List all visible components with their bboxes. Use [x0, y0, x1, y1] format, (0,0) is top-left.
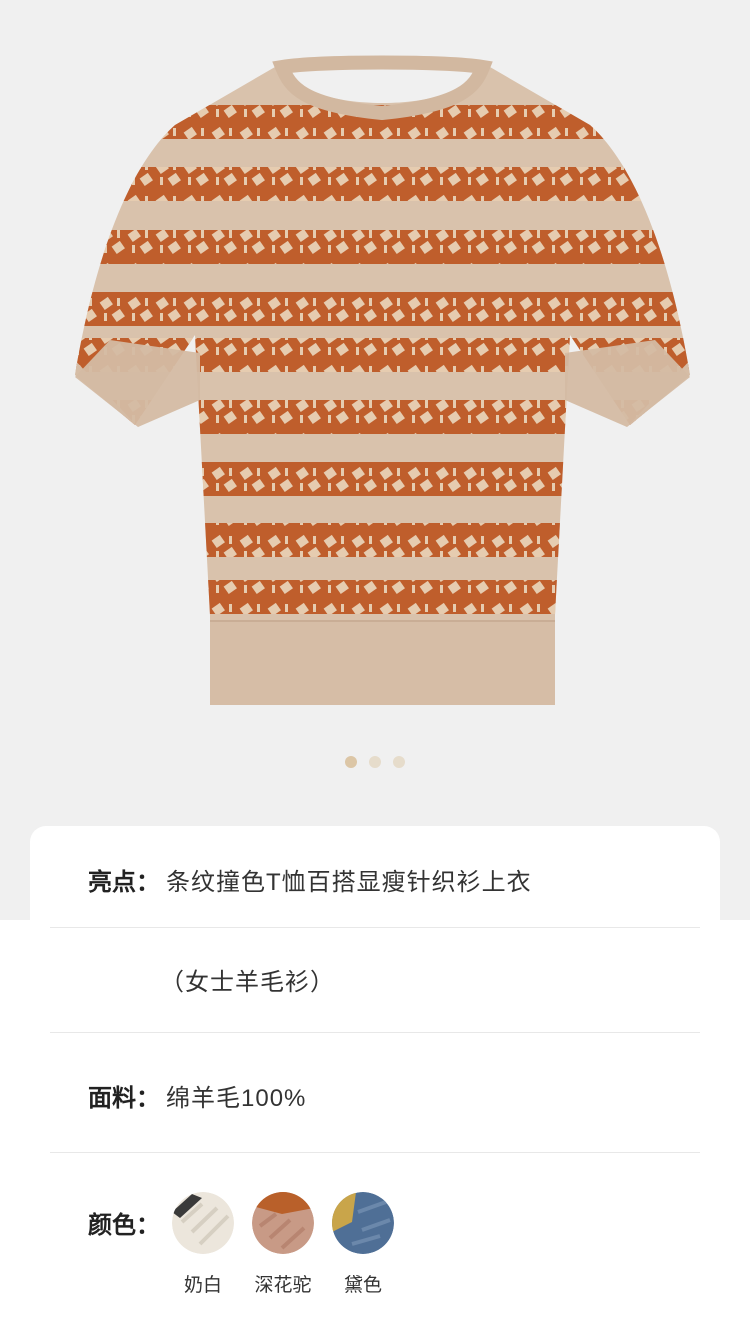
- color-options[interactable]: 奶白 深花驼 黛色: [170, 1192, 396, 1297]
- color-option-cream[interactable]: 奶白: [170, 1192, 236, 1297]
- color-option-label: 奶白: [183, 1275, 222, 1296]
- divider: [50, 1032, 700, 1033]
- divider: [50, 1152, 700, 1153]
- color-label: 颜色：: [88, 1212, 160, 1239]
- navy-swatch-image: [332, 1192, 394, 1254]
- highlight-label: 亮点：: [88, 869, 160, 896]
- product-subtitle: （女士羊毛衫）: [160, 969, 335, 996]
- divider: [50, 927, 700, 928]
- cream-swatch-image: [172, 1192, 234, 1254]
- carousel-pagination[interactable]: [0, 756, 750, 772]
- product-gallery[interactable]: [0, 0, 750, 920]
- camel-swatch-image: [252, 1192, 314, 1254]
- fabric-value: 绵羊毛100%: [166, 1085, 307, 1112]
- color-option-label: 黛色: [343, 1275, 382, 1296]
- color-option-navy[interactable]: 黛色: [330, 1192, 396, 1297]
- highlight-value: 条纹撞色T恤百搭显瘦针织衫上衣: [166, 869, 532, 896]
- fabric-label: 面料：: [88, 1085, 160, 1112]
- product-image-sweater: [75, 55, 690, 705]
- color-option-label: 深花驼: [254, 1275, 312, 1296]
- carousel-dot-1[interactable]: [345, 756, 357, 768]
- carousel-dot-3[interactable]: [393, 756, 405, 768]
- color-option-camel[interactable]: 深花驼: [250, 1192, 316, 1297]
- carousel-dot-2[interactable]: [369, 756, 381, 768]
